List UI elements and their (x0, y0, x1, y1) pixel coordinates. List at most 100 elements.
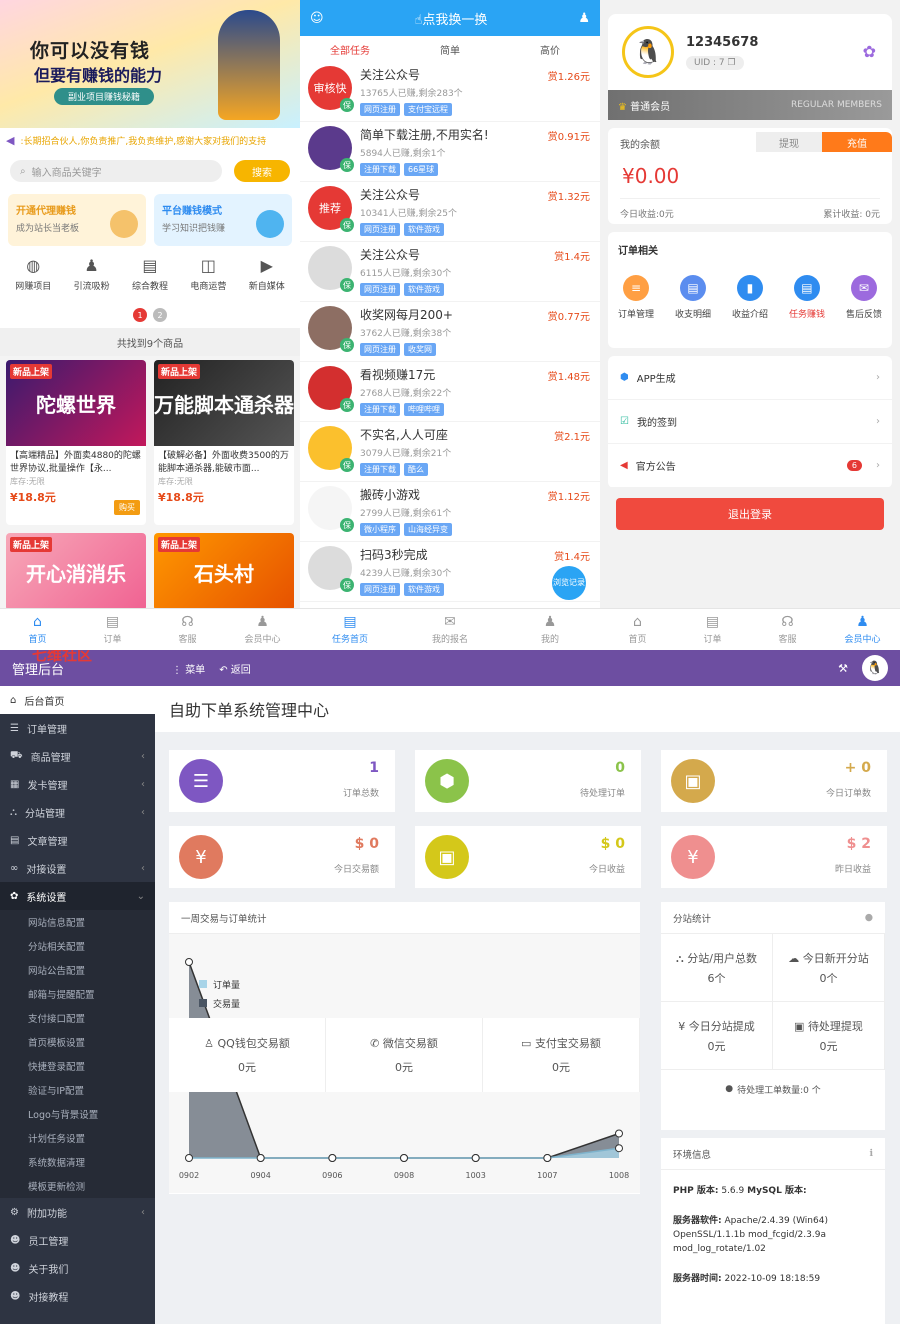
data-point[interactable] (328, 1154, 337, 1162)
sidebar-item[interactable]: ⚙ 附加功能 ‹ (0, 1198, 155, 1226)
sidebar-item[interactable]: ∞ 对接设置 ‹ (0, 854, 155, 882)
gear-icon[interactable]: ✿ (863, 42, 876, 61)
data-point[interactable] (185, 1154, 193, 1162)
submenu-item[interactable]: 模板更新检测 (0, 1174, 155, 1198)
data-point[interactable] (543, 1154, 552, 1162)
back-link[interactable]: ↶ 返回 (219, 661, 251, 676)
category-item[interactable]: ▤ 综合教程 (132, 256, 168, 308)
wrench-icon[interactable]: ⚒ (838, 662, 848, 675)
promo-card[interactable]: 开通代理赚钱 成为站长当老板 (8, 194, 146, 246)
tab-task-home[interactable]: ▤ 任务首页 (300, 609, 400, 650)
tab-member[interactable]: ♟ 会员中心 (825, 609, 900, 650)
task-row[interactable]: 保简单下载注册,不用实名! 5894人已赚,剩余1个 注册下载 66星球 赏0.91元 (300, 122, 600, 182)
sidebar-item[interactable]: ▤ 文章管理 (0, 826, 155, 854)
category-item[interactable]: ▶ 新自媒体 (249, 256, 285, 308)
logout-button[interactable]: 退出登录 (616, 498, 884, 530)
sidebar-item[interactable]: ⛬ 分站管理 ‹ (0, 798, 155, 826)
search-button[interactable]: 搜索 (234, 160, 290, 182)
task-row[interactable]: 推荐保关注公众号 10341人已赚,剩余25个 网页注册 软件游戏 赏1.32元 (300, 182, 600, 242)
product-image[interactable]: 陀螺世界 新品上架 (6, 360, 146, 446)
tab-member[interactable]: ♟ 会员中心 (225, 609, 300, 650)
sidebar-item[interactable]: ☻ 对接教程 (0, 1282, 155, 1310)
product-card[interactable]: 开心消消乐 新品上架 (6, 533, 146, 611)
shuffle-button[interactable]: ☝点我换一换 (414, 9, 487, 28)
sidebar-item[interactable]: ☰ 订单管理 (0, 714, 155, 742)
submenu-item[interactable]: 网站公告配置 (0, 958, 155, 982)
sidebar-item[interactable]: ☻ 关于我们 (0, 1254, 155, 1282)
submenu-item[interactable]: 计划任务设置 (0, 1126, 155, 1150)
sidebar-item[interactable]: ▦ 发卡管理 ‹ (0, 770, 155, 798)
submenu-item[interactable]: 系统数据清理 (0, 1150, 155, 1174)
tab-signup[interactable]: ✉ 我的报名 (400, 609, 500, 650)
page-dot[interactable]: 1 (133, 308, 147, 322)
task-row[interactable]: 保不实名,人人可座 3079人已赚,剩余21个 注册下载 酷么 赏2.1元 (300, 422, 600, 482)
avatar-icon[interactable]: ☺ (310, 11, 324, 26)
task-row[interactable]: 保关注公众号 6115人已赚,剩余30个 网页注册 软件游戏 赏1.4元 (300, 242, 600, 302)
promo-banner[interactable]: 你可以没有钱 但要有赚钱的能力 副业项目赚钱秘籍 (0, 0, 300, 128)
product-card[interactable]: 陀螺世界 新品上架 【高端精品】外面卖4880的陀螺世界协议,批量操作【永... 库存… (6, 360, 146, 525)
withdraw-button[interactable]: 提现 (756, 132, 822, 152)
stat-card: ▣ + 0 今日订单数 (661, 750, 887, 812)
category-item[interactable]: ♟ 引流吸粉 (74, 256, 110, 308)
admin-avatar[interactable]: 🐧 (862, 655, 888, 681)
sidebar-item[interactable]: ✿ 系统设置 ⌄ (0, 882, 155, 910)
order-shortcut[interactable]: ▤ 收支明细 (675, 275, 711, 320)
tab-all[interactable]: 全部任务 (300, 42, 400, 57)
tab-home[interactable]: ⌂ 首页 (0, 609, 75, 650)
submenu-item[interactable]: 邮箱与提醒配置 (0, 982, 155, 1006)
product-image[interactable]: 开心消消乐 新品上架 (6, 533, 146, 611)
data-point[interactable] (185, 958, 193, 966)
submenu-item[interactable]: 验证与IP配置 (0, 1078, 155, 1102)
product-image[interactable]: 万能脚本通杀器 新品上架 (154, 360, 294, 446)
product-card[interactable]: 万能脚本通杀器 新品上架 【破解必备】外面收费3500的万能脚本通杀器,能破市面..… (154, 360, 294, 525)
sidebar-item[interactable]: ⌂ 后台首页 (0, 686, 155, 714)
tab-easy[interactable]: 简单 (400, 42, 500, 57)
tab-high-price[interactable]: 高价 (500, 42, 600, 57)
menu-item[interactable]: ◀ 官方公告 6 › (608, 444, 892, 488)
submenu-item[interactable]: 快捷登录配置 (0, 1054, 155, 1078)
user-icon[interactable]: ♟ (578, 11, 590, 26)
tab-service[interactable]: ☊ 客服 (750, 609, 825, 650)
task-row[interactable]: 保搬砖小游戏 2799人已赚,剩余61个 微小程序 山海经异变 赏1.12元 (300, 482, 600, 542)
submenu-item[interactable]: Logo与背景设置 (0, 1102, 155, 1126)
task-row[interactable]: 保看视频赚17元 2768人已赚,剩余22个 注册下载 哔哩哔哩 赏1.48元 (300, 362, 600, 422)
submenu-item[interactable]: 支付接口配置 (0, 1006, 155, 1030)
tab-home[interactable]: ⌂ 首页 (600, 609, 675, 650)
menu-toggle[interactable]: ⋮ 菜单 (172, 661, 205, 676)
category-item[interactable]: ◍ 网赚项目 (15, 256, 51, 308)
tab-order[interactable]: ▤ 订单 (675, 609, 750, 650)
buy-button[interactable]: 购买 (114, 500, 140, 515)
order-shortcut[interactable]: ▮ 收益介绍 (732, 275, 768, 320)
sidebar-item[interactable]: ☻ 员工管理 (0, 1226, 155, 1254)
order-shortcut[interactable]: ≡ 订单管理 (618, 275, 654, 320)
recharge-button[interactable]: 充值 (822, 132, 892, 152)
comment-icon: ● (725, 1084, 734, 1094)
history-float-button[interactable]: 浏览记录 (552, 566, 586, 600)
tab-user[interactable]: ♟ 我的 (500, 609, 600, 650)
order-shortcut[interactable]: ▤ 任务赚钱 (789, 275, 825, 320)
submenu-item[interactable]: 首页模板设置 (0, 1030, 155, 1054)
tab-service[interactable]: ☊ 客服 (150, 609, 225, 650)
sidebar-item[interactable]: ⛟ 商品管理 ‹ (0, 742, 155, 770)
data-point[interactable] (615, 1129, 623, 1138)
data-point[interactable] (471, 1154, 480, 1162)
promo-card[interactable]: 平台赚钱模式 学习知识把钱赚 (154, 194, 292, 246)
submenu-item[interactable]: 网站信息配置 (0, 910, 155, 934)
search-input[interactable]: ⌕ 输入商品关键字 (10, 160, 222, 182)
task-row[interactable]: 保收奖网每月200+ 3762人已赚,剩余38个 网页注册 收奖网 赏0.77元 (300, 302, 600, 362)
menu-item[interactable]: ☑ 我的签到 › (608, 400, 892, 444)
page-dot[interactable]: 2 (153, 308, 167, 322)
tab-order[interactable]: ▤ 订单 (75, 609, 150, 650)
avatar[interactable]: 🐧 (622, 26, 674, 78)
menu-item[interactable]: ⬢ APP生成 › (608, 356, 892, 400)
data-point[interactable] (615, 1144, 623, 1153)
submenu-item[interactable]: 分站相关配置 (0, 934, 155, 958)
order-shortcut[interactable]: ✉ 售后反馈 (846, 275, 882, 320)
product-card[interactable]: 石头村 新品上架 (154, 533, 294, 611)
task-row[interactable]: 审核快保关注公众号 13765人已赚,剩余283个 网页注册 支付宝远程 赏1.26元 (300, 62, 600, 122)
data-point[interactable] (256, 1154, 265, 1162)
product-image[interactable]: 石头村 新品上架 (154, 533, 294, 611)
copy-icon[interactable]: ❐ (728, 58, 736, 68)
category-item[interactable]: ◫ 电商运营 (190, 256, 226, 308)
data-point[interactable] (400, 1154, 408, 1162)
